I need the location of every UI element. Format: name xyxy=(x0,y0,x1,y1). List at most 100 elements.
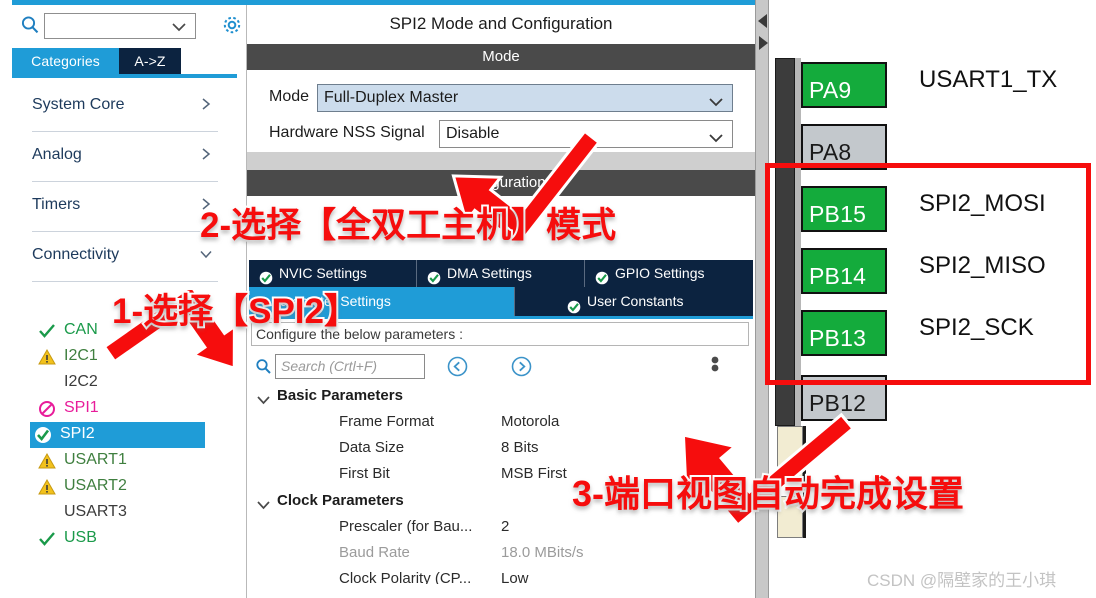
category-label: System Core xyxy=(32,96,125,113)
warning-icon xyxy=(38,348,56,366)
sidebar-item-connectivity[interactable]: Connectivity xyxy=(32,232,218,282)
chevron-down-icon xyxy=(257,392,270,405)
param-row-frame-format[interactable]: Frame Format Motorola xyxy=(251,411,749,437)
peripheral-label: I2C1 xyxy=(64,347,98,364)
tab-dma-settings[interactable]: DMA Settings xyxy=(417,260,585,287)
param-group-basic-parameters[interactable]: Basic Parameters xyxy=(251,384,749,411)
panel-divider xyxy=(247,152,755,170)
param-name: Baud Rate xyxy=(339,544,410,561)
param-row-data-size[interactable]: Data Size 8 Bits xyxy=(251,437,749,463)
peripheral-label: USART3 xyxy=(64,503,127,520)
configuration-body: NVIC Settings DMA Settings GPIO Settings xyxy=(247,196,755,598)
annotation-text-1: 1-选择【SPI2】 xyxy=(110,290,361,333)
check-circle-icon xyxy=(34,426,52,444)
parameter-search-row: Search (Crtl+F) xyxy=(251,352,719,382)
peripheral-label: CAN xyxy=(64,321,98,338)
peripheral-label: I2C2 xyxy=(64,373,98,390)
annotation-text-2: 2-选择【全双工主机】模式 xyxy=(198,204,618,247)
tab-label: GPIO Settings xyxy=(615,265,705,281)
param-value: Motorola xyxy=(501,413,560,430)
triangle-left-icon[interactable] xyxy=(758,14,768,33)
param-name: Frame Format xyxy=(339,413,435,430)
sidebar-tabs: Categories A->Z xyxy=(12,48,247,78)
peripheral-label: SPI2 xyxy=(60,425,95,442)
param-row-prescaler[interactable]: Prescaler (for Bau... 2 xyxy=(251,516,749,542)
chevron-right-icon xyxy=(200,147,212,160)
param-name: Data Size xyxy=(339,439,405,456)
search-icon xyxy=(255,358,272,375)
hardware-nss-value: Disable xyxy=(446,125,500,142)
sidebar-item-usart1[interactable]: USART1 xyxy=(34,448,234,474)
triangle-right-icon[interactable] xyxy=(758,36,768,55)
tab-underline xyxy=(12,74,237,78)
sidebar-item-usb[interactable]: USB xyxy=(34,526,234,552)
tab-user-constants[interactable]: User Constants xyxy=(515,287,753,316)
warning-icon xyxy=(38,452,56,470)
check-circle-icon xyxy=(595,267,609,284)
sidebar-item-usart3[interactable]: USART3 xyxy=(34,500,234,526)
field-mode: Mode Full-Duplex Master xyxy=(269,84,733,114)
param-row-clock-polarity[interactable]: Clock Polarity (CP... Low xyxy=(251,568,749,584)
pin-pa9[interactable]: PA9 xyxy=(801,62,887,108)
tab-categories[interactable]: Categories xyxy=(12,48,119,74)
param-row-baud-rate: Baud Rate 18.0 MBits/s xyxy=(251,542,749,568)
search-input[interactable]: Search (Crtl+F) xyxy=(275,354,425,379)
check-circle-icon xyxy=(259,267,273,284)
field-label-mode: Mode xyxy=(269,88,310,105)
tab-a-to-z[interactable]: A->Z xyxy=(119,48,181,74)
sidebar-item-usart2[interactable]: USART2 xyxy=(34,474,234,500)
peripheral-label: USART2 xyxy=(64,477,127,494)
chevron-down-icon xyxy=(257,497,270,510)
hardware-nss-dropdown[interactable]: Disable xyxy=(439,120,733,148)
param-group-label: Clock Parameters xyxy=(277,492,404,509)
param-value: 8 Bits xyxy=(501,439,539,456)
app-window: Categories A->Z System Core Analog Timer… xyxy=(0,0,1096,598)
check-circle-icon xyxy=(567,295,581,313)
peripheral-label: USART1 xyxy=(64,451,127,468)
pin-label: PA8 xyxy=(809,139,852,165)
sidebar-item-i2c1[interactable]: I2C1 xyxy=(34,344,234,370)
category-list: System Core Analog Timers Connectivity xyxy=(12,82,236,282)
page-title: SPI2 Mode and Configuration xyxy=(247,5,755,43)
mode-dropdown[interactable]: Full-Duplex Master xyxy=(317,84,733,112)
pin-label: PA9 xyxy=(809,77,852,103)
param-value: Low xyxy=(501,570,529,584)
peripheral-label: USB xyxy=(64,529,97,546)
warning-icon xyxy=(38,478,56,496)
circle-left-arrow-icon[interactable] xyxy=(447,356,468,377)
param-value: 18.0 MBits/s xyxy=(501,544,584,561)
chevron-down-icon xyxy=(171,20,187,38)
watermark: CSDN @隔壁家的王小琪 xyxy=(867,571,1057,590)
category-label: Analog xyxy=(32,146,82,163)
search-placeholder: Search (Crtl+F) xyxy=(281,358,378,374)
gear-icon[interactable] xyxy=(220,13,244,37)
more-vertical-icon[interactable] xyxy=(706,355,724,377)
param-value: MSB First xyxy=(501,465,567,482)
search-icon xyxy=(20,15,40,35)
tab-gpio-settings[interactable]: GPIO Settings xyxy=(585,260,753,287)
sidebar-item-system-core[interactable]: System Core xyxy=(32,82,218,132)
param-group-label: Basic Parameters xyxy=(277,387,403,404)
chevron-down-icon xyxy=(709,94,723,112)
circle-right-arrow-icon[interactable] xyxy=(511,356,532,377)
spi2-pins-highlight-box xyxy=(765,163,1091,385)
sidebar-item-spi1[interactable]: SPI1 xyxy=(34,396,234,422)
search-input[interactable] xyxy=(44,13,196,39)
sidebar-item-i2c2[interactable]: I2C2 xyxy=(34,370,234,396)
pin-label: PB12 xyxy=(809,390,867,416)
check-icon xyxy=(38,530,56,548)
category-label: Timers xyxy=(32,196,81,213)
sidebar-item-timers[interactable]: Timers xyxy=(32,182,218,232)
param-value: 2 xyxy=(501,518,510,535)
check-icon xyxy=(38,322,56,340)
chevron-down-icon xyxy=(709,130,723,148)
sidebar-accent-bar xyxy=(12,0,247,5)
sidebar-item-analog[interactable]: Analog xyxy=(32,132,218,182)
check-circle-icon xyxy=(427,267,441,284)
mode-dropdown-value: Full-Duplex Master xyxy=(324,89,459,106)
param-name: First Bit xyxy=(339,465,390,482)
category-label: Connectivity xyxy=(32,246,120,263)
annotation-text-3: 3-端口视图自动完成设置 xyxy=(570,471,966,516)
section-header-configuration: Configuration xyxy=(247,170,755,196)
sidebar-item-spi2[interactable]: SPI2 xyxy=(30,422,205,448)
